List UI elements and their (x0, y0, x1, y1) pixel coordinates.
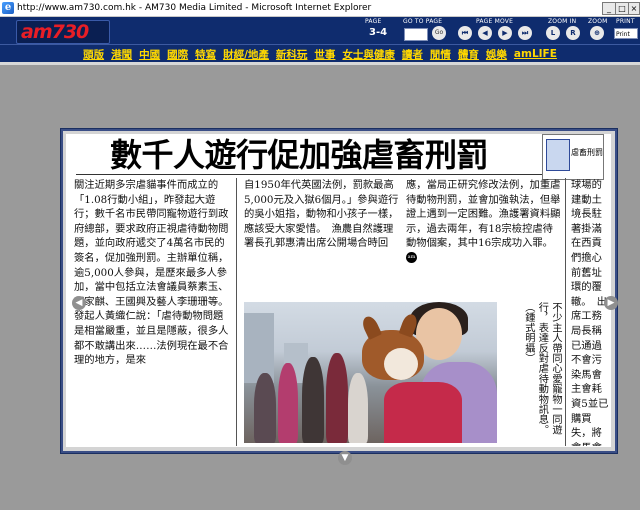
photo-building (244, 313, 274, 383)
minimize-button[interactable]: _ (602, 2, 616, 15)
section-link[interactable]: 體育 (458, 47, 479, 62)
article-column-4: 球場的建動土境長駐著掛滿在西貢們擔心前舊址環的覆轍。 出席工務局長稱已通過不會污… (571, 179, 609, 446)
thumbnail-caption: 虐畜刑罰 (571, 148, 603, 157)
page-label: PAGE (365, 18, 382, 25)
column-divider (236, 178, 237, 446)
section-link[interactable]: 中國 (139, 47, 160, 62)
window-title: http://www.am730.com.hk - AM730 Media Li… (17, 3, 372, 13)
scroll-down-arrow-icon[interactable]: ▼ (338, 451, 352, 465)
section-link[interactable]: 世事 (314, 47, 335, 62)
close-button[interactable]: × (628, 2, 640, 15)
page-move-label: PAGE MOVE (476, 18, 514, 25)
section-nav: 頭版 港聞 中國 國際 特寫 財經/地產 新科玩 世事 女士與健康 讀者 閒情 … (0, 44, 640, 63)
article-column-3: 應，當局正研究修改法例，加重虐待動物刑罰，並會加強執法，但舉證上遇到一定困難。漁… (406, 178, 562, 298)
photo-person (302, 357, 324, 443)
photo-person (278, 363, 298, 443)
goto-label: GO TO PAGE (403, 18, 443, 25)
prev-page-arrow-icon[interactable]: ◀ (72, 296, 86, 310)
print-select[interactable]: Print (614, 28, 638, 39)
article-column-1: 關注近期多宗虐貓事件而成立的「1.08行動小組」，昨發起大遊行；數千名市民帶同寵… (74, 179, 234, 367)
logo-text: am730 (21, 21, 89, 43)
section-link[interactable]: 讀者 (402, 47, 423, 62)
go-button[interactable]: Go (432, 26, 446, 40)
maximize-button[interactable]: □ (615, 2, 629, 15)
thumbnail-page-icon (546, 139, 570, 171)
column-divider (565, 178, 566, 446)
photo-person (326, 353, 348, 443)
zoom-in-label: ZOOM IN (548, 18, 577, 25)
header-divider (0, 62, 640, 65)
section-link[interactable]: 財經/地產 (223, 47, 269, 62)
next-page-arrow-icon[interactable]: ▶ (604, 296, 618, 310)
article-page[interactable]: 數千人遊行促加強虐畜刑罰 虐畜刑罰 關注近期多宗虐貓事件而成立的「1.08行動小… (66, 134, 611, 447)
last-page-icon[interactable]: ⏭ (518, 26, 532, 40)
zoom-right-button[interactable]: R (566, 26, 580, 40)
zoom-icon[interactable]: ⊕ (590, 26, 604, 40)
article-photo[interactable] (244, 302, 497, 443)
section-link[interactable]: 新科玩 (276, 47, 308, 62)
photo-person (254, 373, 276, 443)
article-headline: 數千人遊行促加強虐畜刑罰 (110, 136, 489, 174)
am730-logo[interactable]: am730 (16, 20, 110, 44)
section-link[interactable]: 國際 (167, 47, 188, 62)
photo-dog-coat (384, 382, 462, 443)
next-page-icon[interactable]: ▶ (498, 26, 512, 40)
prev-page-icon[interactable]: ◀ (478, 26, 492, 40)
epaper-toolbar: am730 PAGE 3-4 GO TO PAGE Go PAGE MOVE ⏮… (0, 17, 640, 44)
zoom-left-button[interactable]: L (546, 26, 560, 40)
am-end-mark: am (406, 252, 417, 264)
photo-dog-face (384, 348, 418, 380)
goto-page-input[interactable] (404, 28, 428, 41)
headline-rule (76, 174, 551, 175)
page-thumbnail[interactable]: 虐畜刑罰 (542, 134, 604, 180)
first-page-icon[interactable]: ⏮ (458, 26, 472, 40)
section-link[interactable]: 頭版 (83, 47, 104, 62)
browser-icon: e (2, 2, 14, 14)
article-column-2: 自1950年代英國法例，罰款最高5,000元及入獄6個月。」參與遊行的吳小姐指，… (244, 179, 399, 250)
section-link[interactable]: 特寫 (195, 47, 216, 62)
zoom-label: ZOOM (588, 18, 608, 25)
section-link[interactable]: amLIFE (514, 48, 557, 60)
print-label: PRINT (616, 18, 635, 25)
section-link[interactable]: 港聞 (111, 47, 132, 62)
photo-person (348, 373, 368, 443)
window-titlebar: e http://www.am730.com.hk - AM730 Media … (0, 0, 640, 17)
current-page: 3-4 (369, 27, 388, 38)
section-link[interactable]: 娛樂 (486, 47, 507, 62)
photo-caption: 不少主人帶同心愛寵物一同遊行，表達反對虐待動物訊息。（鍾式明攝） (522, 302, 561, 435)
section-link[interactable]: 閒情 (430, 47, 451, 62)
article-column-3-text: 應，當局正研究修改法例，加重虐待動物刑罰，並會加強執法，但舉證上遇到一定困難。漁… (406, 179, 561, 250)
section-link[interactable]: 女士與健康 (342, 47, 395, 62)
